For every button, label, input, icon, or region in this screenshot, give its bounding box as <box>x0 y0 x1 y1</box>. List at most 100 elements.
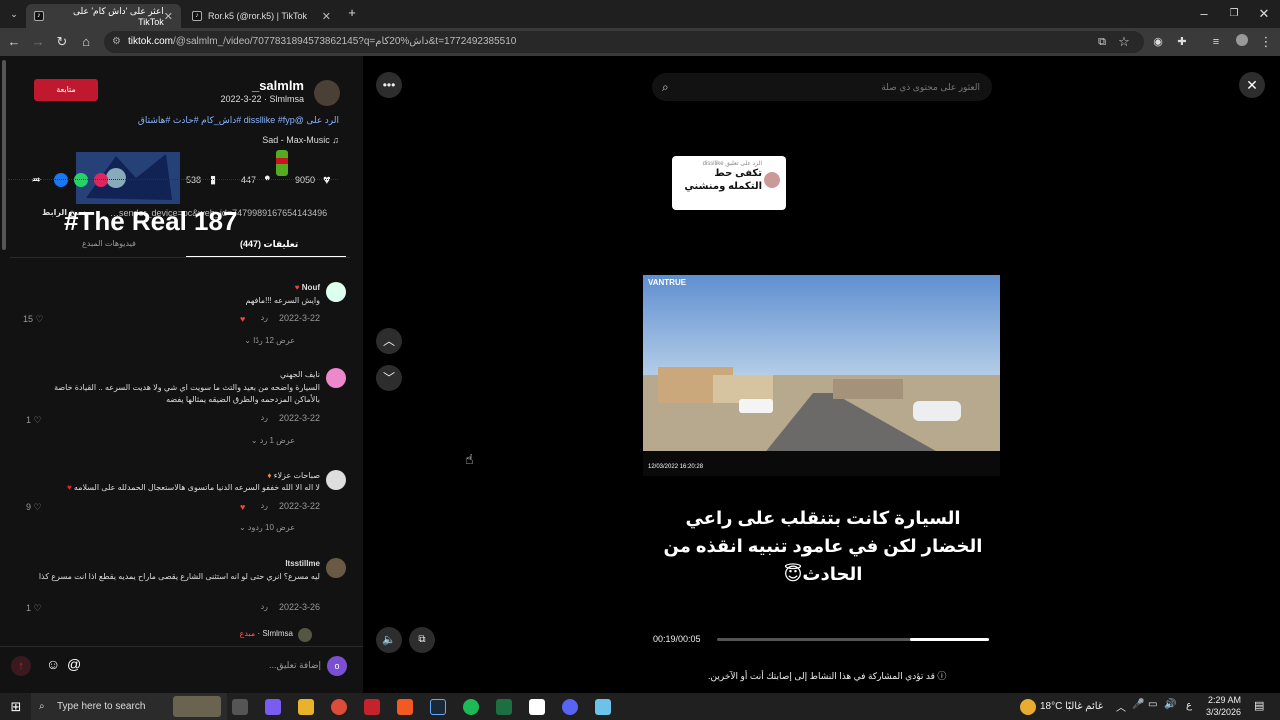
commenter-name[interactable]: صباحات عزلاء ♦ <box>267 471 320 480</box>
commenter-avatar[interactable] <box>326 282 346 302</box>
weather-status[interactable]: 18°C غائم غالبًا <box>1040 701 1103 712</box>
notification-icon[interactable]: ▤ <box>1254 699 1264 712</box>
browser-menu-icon[interactable]: ⋮ <box>1258 34 1274 50</box>
volume-button[interactable]: 🔈 <box>376 627 402 653</box>
comment-like-count[interactable]: 15 ♡ <box>23 314 44 325</box>
view-replies-text: عرض 10 ردود <box>247 523 295 532</box>
close-window-icon[interactable]: ✕ <box>1256 6 1272 22</box>
steam-icon[interactable] <box>430 699 446 715</box>
overlay-text: #The Real 187 <box>64 206 238 236</box>
view-replies-button[interactable]: عرض 12 ردًا ⌄ <box>244 336 295 345</box>
spotify-icon[interactable] <box>463 699 479 715</box>
emoji-icon[interactable]: ☺ <box>46 656 60 672</box>
picture-in-picture-button[interactable]: ⧉ <box>409 627 435 653</box>
reply-button[interactable]: رد <box>261 602 268 611</box>
commenter-name[interactable]: Itsstillme <box>285 559 320 568</box>
file-explorer-icon[interactable] <box>298 699 314 715</box>
music-label[interactable]: Sad - Max-Music ♫ <box>262 135 339 145</box>
notepad-icon[interactable] <box>595 699 611 715</box>
post-comment-button[interactable]: ↑ <box>11 656 31 676</box>
tab-label: اعثر على 'داش كام' على TikTok <box>72 5 164 27</box>
scrollbar[interactable] <box>2 60 6 250</box>
acrobat-icon[interactable] <box>364 699 380 715</box>
comment-input-separator <box>0 646 363 647</box>
copilot-icon[interactable] <box>265 699 281 715</box>
speaker-icon[interactable]: 🔊 <box>1164 699 1176 710</box>
profile-avatar-icon[interactable] <box>1234 34 1250 50</box>
heart-outline-icon: ♡ <box>33 502 42 512</box>
twitter-share-icon[interactable] <box>94 173 108 187</box>
commenter-name[interactable]: نايف الجهني <box>280 370 320 379</box>
creator-username[interactable]: salmlm_ <box>252 78 304 93</box>
task-view-icon[interactable] <box>232 699 248 715</box>
reply-button[interactable]: رد <box>261 313 268 322</box>
network-icon[interactable]: ▭ <box>1148 699 1157 710</box>
discord-icon[interactable] <box>562 699 578 715</box>
media-icon[interactable]: ≡ <box>1208 34 1224 50</box>
tab-search-icon[interactable]: ⌄ <box>6 6 22 22</box>
tab-tiktok-search[interactable]: ♪ اعثر على 'داش كام' على TikTok ✕ <box>26 4 181 28</box>
url-field[interactable]: ⚙ tiktok.com/@salmlm_/video/707783189457… <box>104 31 1144 53</box>
close-video-button[interactable]: ✕ <box>1239 72 1265 98</box>
comment-like-count[interactable]: 9 ♡ <box>26 502 42 513</box>
facebook-share-icon[interactable] <box>54 173 68 187</box>
windows-start-icon[interactable]: ⊞ <box>8 699 24 715</box>
tab-ror-profile[interactable]: ♪ Ror.k5 (@ror.k5) | TikTok ✕ <box>184 4 339 28</box>
reload-icon[interactable]: ↻ <box>54 34 70 50</box>
commenter-avatar[interactable] <box>326 368 346 388</box>
reply-button[interactable]: رد <box>261 413 268 422</box>
view-replies-button[interactable]: عرض 1 رد ⌄ <box>251 436 295 445</box>
like-count-text: 15 <box>23 314 34 324</box>
site-info-icon[interactable]: ⚙ <box>112 31 121 53</box>
previous-video-button[interactable]: ︿ <box>376 328 402 354</box>
new-tab-button[interactable]: + <box>344 5 360 21</box>
commenter-avatar[interactable] <box>326 558 346 578</box>
reply-button[interactable]: رد <box>261 501 268 510</box>
back-icon[interactable]: ← <box>6 34 22 50</box>
video-frame[interactable]: VANTRUE 12/03/2022 16:20:28 <box>643 275 1000 476</box>
more-options-button[interactable]: ••• <box>376 72 402 98</box>
excel-icon[interactable] <box>496 699 512 715</box>
mention-icon[interactable]: @ <box>67 656 81 672</box>
commenter-name[interactable]: Nouf ♥ <box>295 283 320 292</box>
view-replies-button[interactable]: عرض 10 ردود ⌄ <box>239 523 295 532</box>
progress-bar[interactable] <box>717 638 989 641</box>
creator-reply-avatar[interactable] <box>298 628 312 642</box>
clock-date[interactable]: 3/3/2026 <box>1206 707 1241 717</box>
microphone-icon[interactable]: 🎤 <box>1132 699 1144 710</box>
clock-time[interactable]: 2:29 AM <box>1208 695 1241 705</box>
install-app-icon[interactable]: ⧉ <box>1094 34 1110 50</box>
forward-icon[interactable]: → <box>30 34 46 50</box>
user-avatar[interactable]: o <box>327 656 347 676</box>
post-date: 2022-3-22 · Slmlmsa <box>220 94 304 104</box>
language-indicator[interactable]: ع <box>1186 700 1192 711</box>
chrome-icon[interactable] <box>331 699 347 715</box>
commenter-avatar[interactable] <box>326 470 346 490</box>
whatsapp-share-icon[interactable] <box>74 173 88 187</box>
extension-icon[interactable]: ◉ <box>1150 34 1166 50</box>
follow-button[interactable]: متابعة <box>34 79 98 101</box>
comment-icon[interactable]: ● <box>264 172 271 184</box>
taskbar-search-input[interactable]: ⌕ Type here to search <box>31 693 227 720</box>
bookmark-star-icon[interactable]: ☆ <box>1116 34 1132 50</box>
close-tab-icon[interactable]: ✕ <box>164 10 173 23</box>
restore-icon[interactable]: ❐ <box>1226 6 1242 22</box>
creator-avatar[interactable] <box>314 80 340 106</box>
tab-creator-videos[interactable]: فيديوهات المبدع <box>82 239 136 248</box>
home-icon[interactable]: ⌂ <box>78 34 94 50</box>
next-video-button[interactable]: ﹀ <box>376 365 402 391</box>
tray-chevron-icon[interactable]: ︿ <box>1116 699 1126 714</box>
creator-reply-name[interactable]: Slmlmsa · مبدع <box>240 629 293 638</box>
extensions-puzzle-icon[interactable]: ✚ <box>1174 34 1190 50</box>
close-tab-icon[interactable]: ✕ <box>322 10 331 23</box>
capcut-icon[interactable] <box>529 699 545 715</box>
comment-input[interactable]: إضافة تعليق... <box>269 660 321 671</box>
brave-icon[interactable] <box>397 699 413 715</box>
comment-like-count[interactable]: 1 ♡ <box>26 415 42 426</box>
related-search-input[interactable]: العثور على محتوى ذي صلة ⌕ <box>652 73 992 101</box>
minimize-icon[interactable]: – <box>1196 6 1212 22</box>
comment-like-count[interactable]: 1 ♡ <box>26 603 42 614</box>
progress-fill <box>910 638 989 641</box>
tab-comments[interactable]: تعليقات (447) <box>240 239 298 250</box>
comment-date: 2022-3-22 <box>278 501 320 511</box>
